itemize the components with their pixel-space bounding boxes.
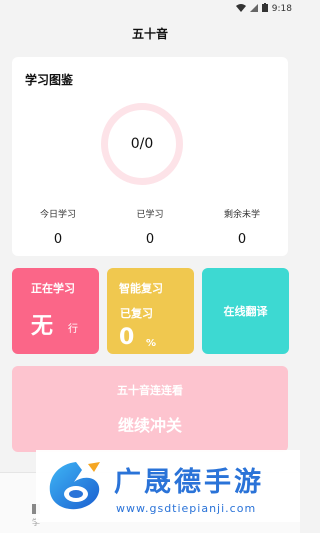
brand-logo-icon: [46, 460, 104, 512]
stat-label: 剩余未学: [223, 210, 260, 220]
review-tile[interactable]: 智能复习 已复习 0 %: [107, 268, 194, 354]
review-sub: 已复习: [120, 307, 153, 320]
stat-value: 0: [53, 232, 63, 247]
review-title: 智能复习: [119, 282, 163, 295]
status-bar: 9:18: [0, 0, 300, 18]
signal-icon: [249, 3, 258, 15]
learning-title: 正在学习: [31, 282, 75, 295]
wifi-icon: [235, 3, 246, 15]
watermark-banner: 广晟德手游 www.gsdtiepianji.com: [36, 450, 300, 522]
translate-tile[interactable]: 在线翻译: [202, 268, 289, 354]
battery-icon: [261, 3, 268, 15]
stat-value: 0: [145, 232, 155, 247]
challenge-title: 五十音连连看: [117, 384, 183, 397]
continue-button[interactable]: 继续冲关: [12, 412, 288, 436]
watermark-url: www.gsdtiepianji.com: [116, 502, 257, 515]
review-unit: %: [146, 338, 157, 349]
stat-today: 今日学习 0: [12, 207, 104, 247]
stats-card: 学习图鉴 0/0 今日学习 0 已学习 0 剩余未学 0: [12, 57, 288, 256]
progress-ring: 0/0: [101, 103, 183, 185]
stat-label: 今日学习: [39, 210, 76, 220]
learning-tile[interactable]: 正在学习 无 行: [12, 268, 99, 354]
review-value: 0: [119, 325, 135, 350]
page-title: 五十音: [131, 26, 168, 41]
stats-heading: 学习图鉴: [25, 73, 74, 87]
learning-value: 无: [31, 314, 54, 339]
progress-text: 0/0: [130, 136, 154, 152]
learning-unit: 行: [68, 324, 78, 335]
stat-value: 0: [237, 232, 247, 247]
status-time: 9:18: [271, 4, 292, 14]
stat-learned: 已学习 0: [104, 207, 196, 247]
challenge-card[interactable]: 五十音连连看 继续冲关: [12, 366, 288, 452]
watermark-name: 广晟德手游: [114, 467, 264, 498]
stat-label: 已学习: [136, 210, 164, 220]
stat-remaining: 剩余未学 0: [196, 207, 288, 247]
translate-title: 在线翻译: [223, 305, 268, 318]
